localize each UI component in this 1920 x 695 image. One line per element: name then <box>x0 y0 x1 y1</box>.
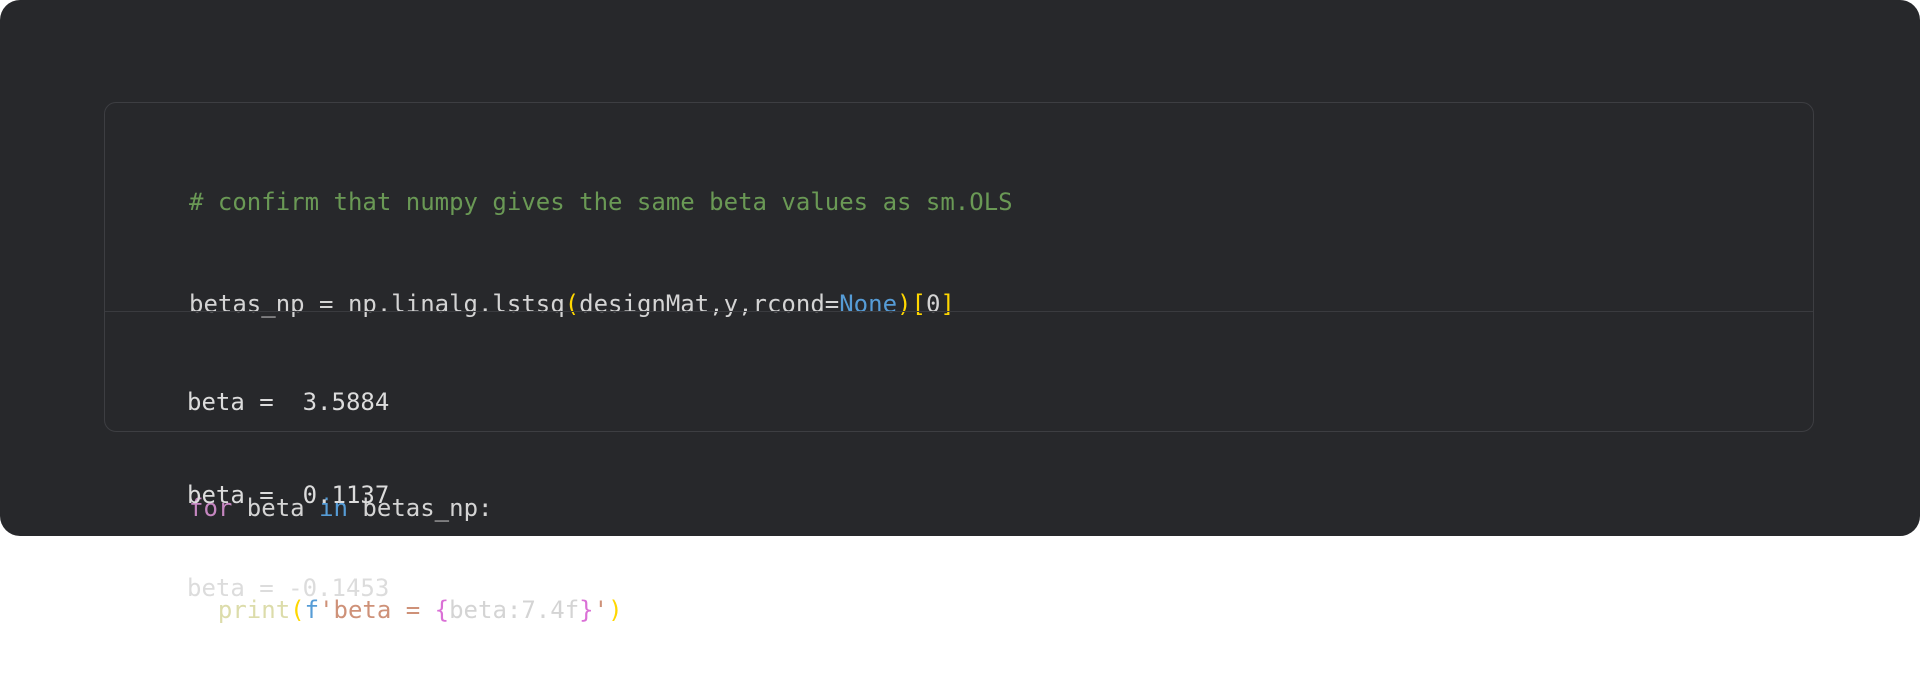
code-paren-open: ( <box>564 290 580 318</box>
code-bracket-open: [ <box>911 290 926 318</box>
output-line: beta = 3.5884 <box>187 388 390 416</box>
code-brace-close: } <box>579 596 594 624</box>
code-index: 0 <box>925 290 941 318</box>
code-none-keyword: None <box>839 290 898 318</box>
code-line-1: # confirm that numpy gives the same beta… <box>189 185 1013 219</box>
code-text: designMat,y,rcond= <box>579 290 840 318</box>
code-text: betas_np = np.linalg.lstsq <box>189 290 565 318</box>
output-line: beta = 0.1137 <box>187 481 390 509</box>
output-line: beta = -0.1453 <box>187 574 390 602</box>
code-brace-open: { <box>434 596 450 624</box>
code-comment: # confirm that numpy gives the same beta… <box>189 188 1013 216</box>
code-paren-close: ) <box>608 596 623 624</box>
cell-output: beta = 3.5884 beta = 0.1137 beta = -0.14… <box>187 325 389 666</box>
code-string: ' <box>593 596 609 624</box>
code-line-2: betas_np = np.linalg.lstsq(designMat,y,r… <box>189 287 1013 321</box>
notebook-code-cell[interactable]: # confirm that numpy gives the same beta… <box>104 102 1814 624</box>
window-background: # confirm that numpy gives the same beta… <box>0 0 1920 624</box>
code-paren-close: ) <box>897 290 912 318</box>
cell-output-divider <box>105 311 1813 312</box>
code-format-expression: beta:7.4f <box>449 596 580 624</box>
code-bracket-close: ] <box>940 290 955 318</box>
